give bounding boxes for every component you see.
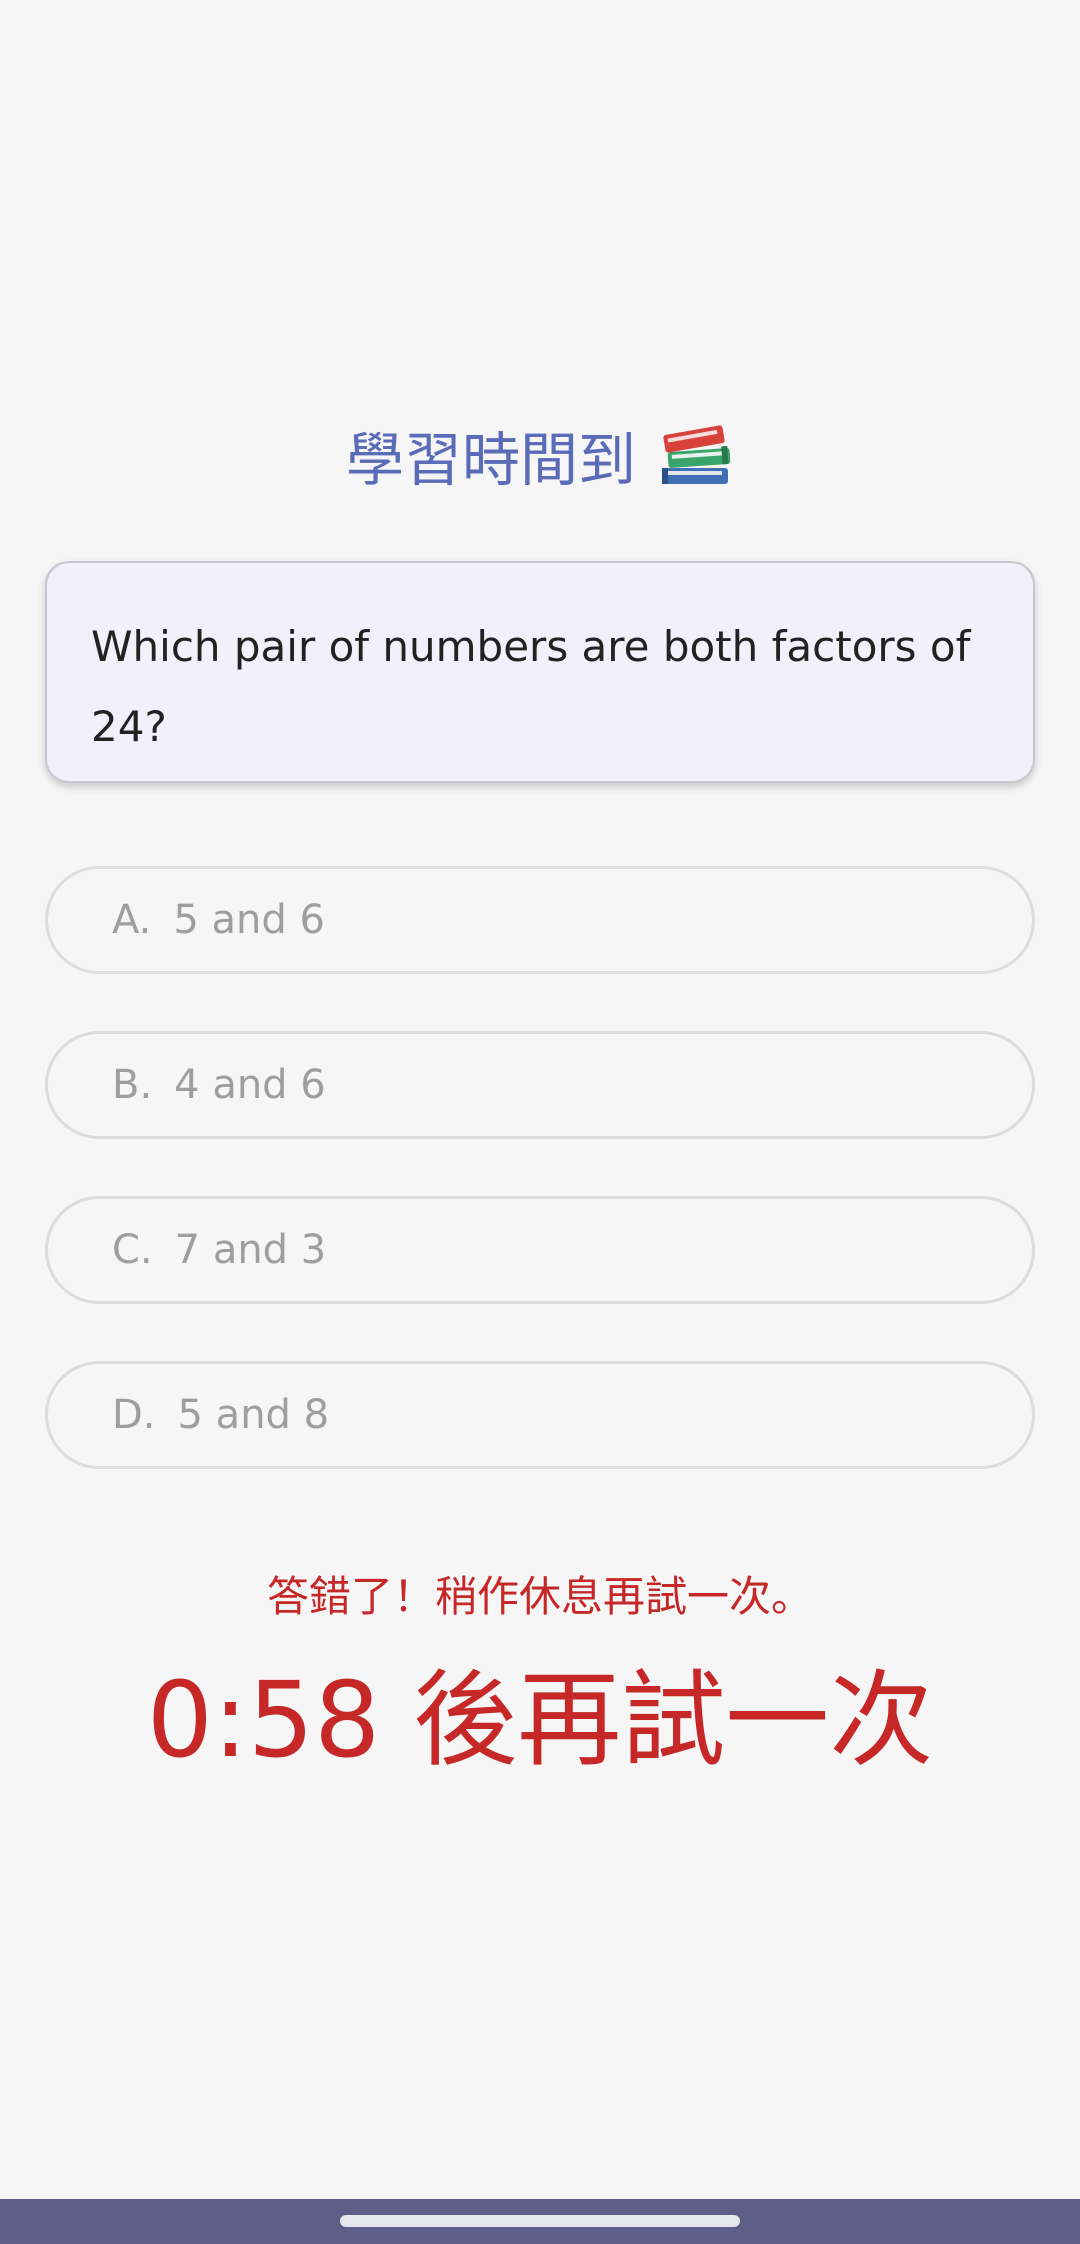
option-letter: B. bbox=[112, 1062, 153, 1108]
system-nav-bar bbox=[0, 2199, 1080, 2244]
question-card: Which pair of numbers are both factors o… bbox=[45, 561, 1035, 783]
option-text: 5 and 8 bbox=[177, 1392, 330, 1438]
option-text: 5 and 6 bbox=[173, 897, 325, 943]
feedback-message: 答錯了！稍作休息再試一次。 bbox=[266, 1572, 813, 1621]
option-letter: C. bbox=[112, 1227, 153, 1273]
answer-option-a[interactable]: A. 5 and 6 bbox=[45, 866, 1035, 974]
option-text: 4 and 6 bbox=[174, 1062, 326, 1108]
home-indicator[interactable] bbox=[340, 2215, 740, 2227]
answer-option-c[interactable]: C. 7 and 3 bbox=[45, 1196, 1035, 1304]
books-icon bbox=[658, 420, 734, 490]
question-text: Which pair of numbers are both factors o… bbox=[91, 622, 971, 751]
answer-option-b[interactable]: B. 4 and 6 bbox=[45, 1031, 1035, 1139]
option-letter: D. bbox=[112, 1392, 156, 1438]
answer-option-d[interactable]: D. 5 and 8 bbox=[45, 1361, 1035, 1469]
retry-countdown: 0:58 後再試一次 bbox=[146, 1659, 934, 1781]
option-text: 7 and 3 bbox=[174, 1227, 327, 1273]
page-title-text: 學習時間到 bbox=[345, 426, 636, 494]
page-title: 學習時間到 bbox=[0, 410, 1080, 500]
option-letter: A. bbox=[112, 897, 152, 943]
